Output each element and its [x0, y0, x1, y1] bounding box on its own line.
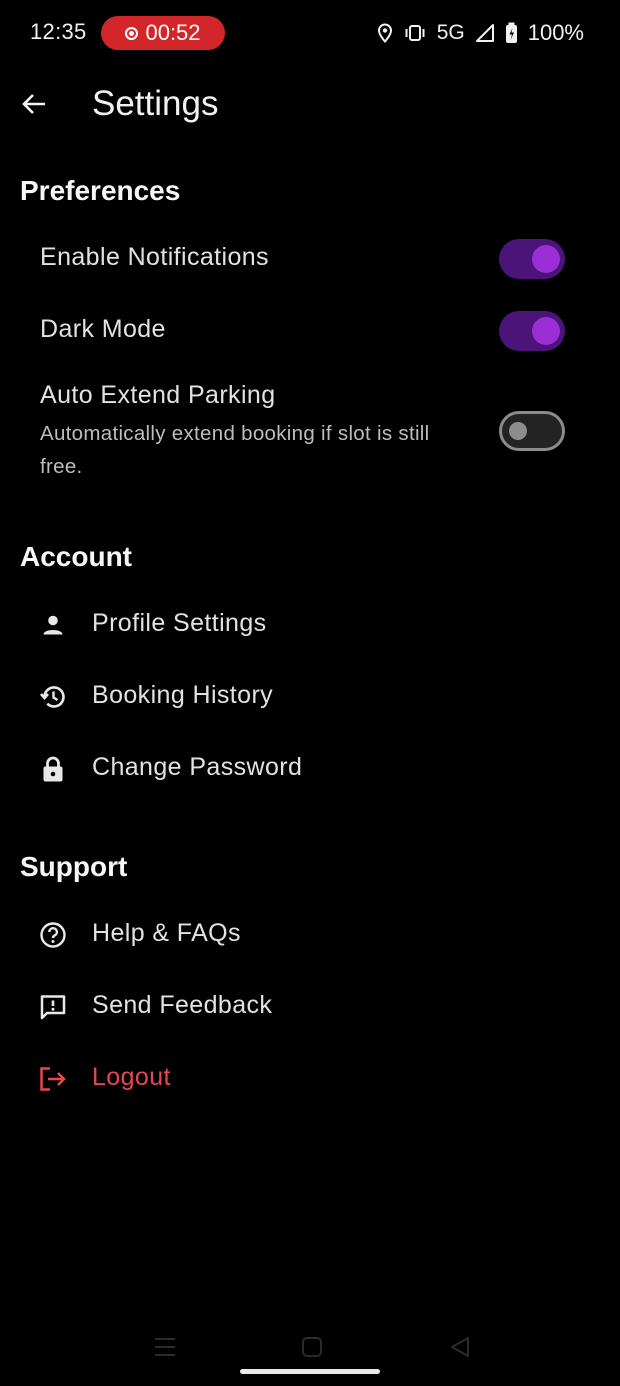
help-faqs-item[interactable]: Help & FAQs [20, 907, 600, 963]
screen-recording-pill[interactable]: 00:52 [101, 16, 225, 50]
system-nav-bar [0, 1320, 620, 1386]
history-icon [38, 682, 68, 712]
list-item-label: Profile Settings [92, 609, 267, 637]
vibrate-icon [403, 24, 427, 42]
logout-icon [38, 1064, 68, 1094]
logout-item[interactable]: Logout [20, 1051, 600, 1107]
record-icon [125, 26, 139, 40]
battery-icon [505, 22, 518, 44]
toggle-knob [509, 422, 527, 440]
back-button[interactable] [14, 84, 54, 124]
home-button-icon[interactable] [302, 1337, 322, 1357]
recording-time: 00:52 [145, 20, 201, 45]
page-title: Settings [92, 84, 219, 123]
setting-label: Enable Notifications [40, 243, 269, 271]
list-item-label: Logout [92, 1063, 171, 1091]
status-bar: 12:35 00:52 5G 100% [0, 0, 620, 66]
lock-icon [38, 754, 68, 784]
arrow-left-icon [22, 94, 45, 114]
list-item-label: Help & FAQs [92, 919, 241, 947]
location-icon [377, 23, 393, 43]
setting-label: Auto Extend Parking [40, 381, 276, 409]
section-title-account: Account [20, 541, 132, 572]
profile-settings-item[interactable]: Profile Settings [20, 597, 600, 653]
list-item-label: Booking History [92, 681, 274, 709]
recents-icon[interactable] [153, 1336, 177, 1363]
battery-percentage: 100% [527, 20, 584, 45]
dark-mode-toggle[interactable] [499, 311, 565, 351]
booking-history-item[interactable]: Booking History [20, 669, 600, 725]
setting-label: Dark Mode [40, 315, 166, 343]
home-indicator[interactable] [240, 1369, 380, 1374]
send-feedback-item[interactable]: Send Feedback [20, 979, 600, 1035]
toggle-knob [532, 317, 560, 345]
notifications-toggle[interactable] [499, 239, 565, 279]
list-item-label: Change Password [92, 753, 303, 781]
list-item-label: Send Feedback [92, 991, 273, 1019]
section-title-support: Support [20, 851, 128, 882]
help-icon [38, 920, 68, 950]
feedback-icon [38, 992, 68, 1022]
status-time: 12:35 [30, 19, 87, 44]
toggle-knob [532, 245, 560, 273]
network-type: 5G [436, 21, 465, 44]
person-icon [38, 610, 68, 640]
nav-back-icon[interactable] [449, 1336, 471, 1363]
auto-extend-toggle[interactable] [499, 411, 565, 451]
section-title-preferences: Preferences [20, 175, 181, 206]
signal-icon [475, 23, 495, 43]
setting-description: Automatically extend booking if slot is … [40, 422, 430, 478]
change-password-item[interactable]: Change Password [20, 741, 600, 797]
status-icons: 5G 100% [377, 18, 584, 48]
app-bar: Settings [0, 70, 620, 138]
